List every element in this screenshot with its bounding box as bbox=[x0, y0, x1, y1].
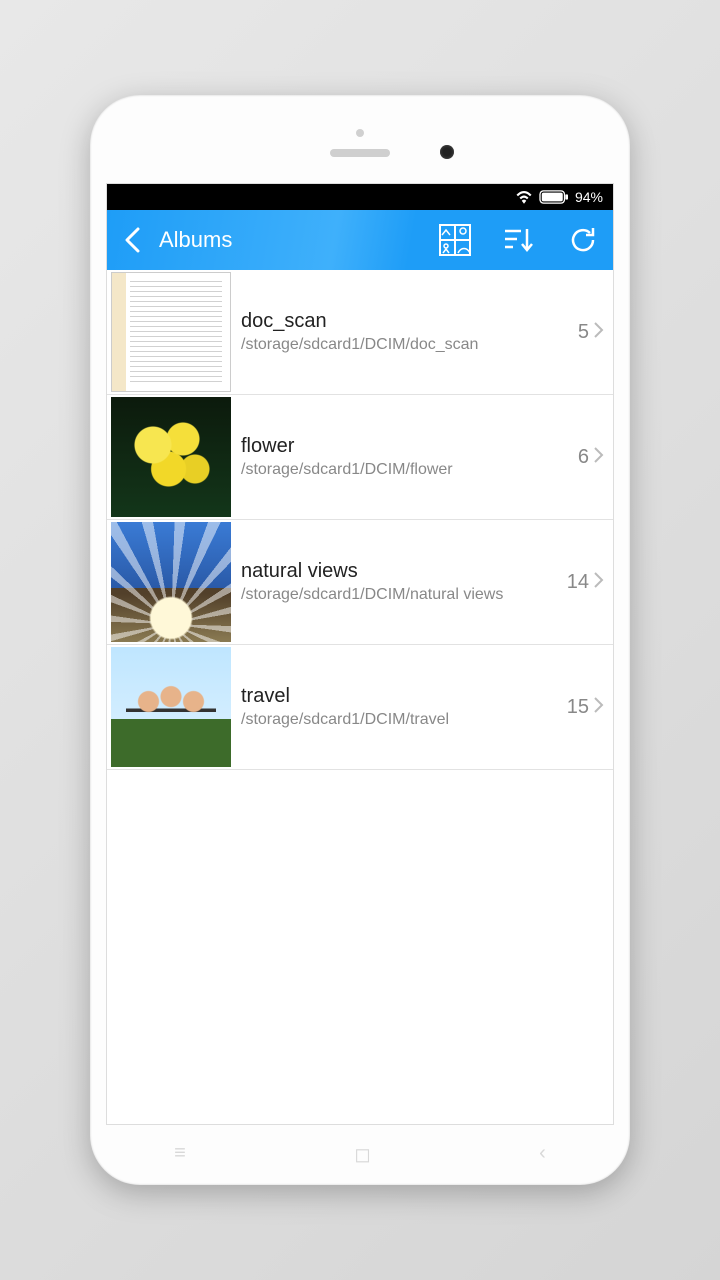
chevron-right-icon bbox=[593, 696, 605, 719]
album-count: 5 bbox=[578, 321, 589, 344]
album-text: natural views/storage/sdcard1/DCIM/natur… bbox=[241, 560, 567, 605]
battery-text: 94% bbox=[575, 189, 603, 205]
home-hw-button[interactable]: ◻ bbox=[354, 1142, 371, 1167]
album-row[interactable]: travel/storage/sdcard1/DCIM/travel15 bbox=[107, 645, 613, 770]
view-mode-button[interactable] bbox=[437, 222, 473, 258]
album-row[interactable]: doc_scan/storage/sdcard1/DCIM/doc_scan5 bbox=[107, 270, 613, 395]
album-list: doc_scan/storage/sdcard1/DCIM/doc_scan5f… bbox=[107, 270, 613, 1124]
album-text: doc_scan/storage/sdcard1/DCIM/doc_scan bbox=[241, 310, 578, 355]
back-icon bbox=[124, 227, 140, 253]
speaker bbox=[330, 149, 390, 157]
album-name: flower bbox=[241, 435, 574, 458]
refresh-button[interactable] bbox=[565, 222, 601, 258]
chevron-right-icon bbox=[593, 446, 605, 469]
album-count: 14 bbox=[567, 571, 589, 594]
album-text: flower/storage/sdcard1/DCIM/flower bbox=[241, 435, 578, 480]
album-thumbnail bbox=[111, 272, 231, 392]
refresh-icon bbox=[568, 225, 598, 255]
album-row[interactable]: flower/storage/sdcard1/DCIM/flower6 bbox=[107, 395, 613, 520]
app-bar: Albums bbox=[107, 210, 613, 270]
album-thumbnail bbox=[111, 647, 231, 767]
album-name: doc_scan bbox=[241, 310, 574, 333]
front-camera bbox=[440, 145, 454, 159]
menu-hw-button[interactable]: ≡ bbox=[174, 1142, 186, 1167]
back-hw-button[interactable]: ‹ bbox=[539, 1142, 546, 1167]
album-path: /storage/sdcard1/DCIM/flower bbox=[241, 460, 574, 480]
album-count: 6 bbox=[578, 446, 589, 469]
album-text: travel/storage/sdcard1/DCIM/travel bbox=[241, 685, 567, 730]
wifi-icon bbox=[515, 190, 533, 204]
album-name: natural views bbox=[241, 560, 563, 583]
album-thumbnail bbox=[111, 397, 231, 517]
album-name: travel bbox=[241, 685, 563, 708]
album-count: 15 bbox=[567, 696, 589, 719]
page-title: Albums bbox=[159, 227, 409, 253]
back-button[interactable] bbox=[119, 227, 145, 253]
sort-icon bbox=[503, 225, 535, 255]
album-path: /storage/sdcard1/DCIM/natural views bbox=[241, 585, 563, 605]
battery-icon bbox=[539, 190, 569, 204]
hw-nav-buttons: ≡ ◻ ‹ bbox=[90, 1142, 630, 1167]
album-path: /storage/sdcard1/DCIM/travel bbox=[241, 710, 563, 730]
chevron-right-icon bbox=[593, 321, 605, 344]
sensor-dot bbox=[356, 129, 364, 137]
phone-frame: 94% Albums bbox=[90, 95, 630, 1185]
album-row[interactable]: natural views/storage/sdcard1/DCIM/natur… bbox=[107, 520, 613, 645]
grid-view-icon bbox=[438, 223, 472, 257]
chevron-right-icon bbox=[593, 571, 605, 594]
album-thumbnail bbox=[111, 522, 231, 642]
album-path: /storage/sdcard1/DCIM/doc_scan bbox=[241, 335, 574, 355]
status-bar: 94% bbox=[107, 184, 613, 210]
screen: 94% Albums bbox=[106, 183, 614, 1125]
sort-button[interactable] bbox=[501, 222, 537, 258]
